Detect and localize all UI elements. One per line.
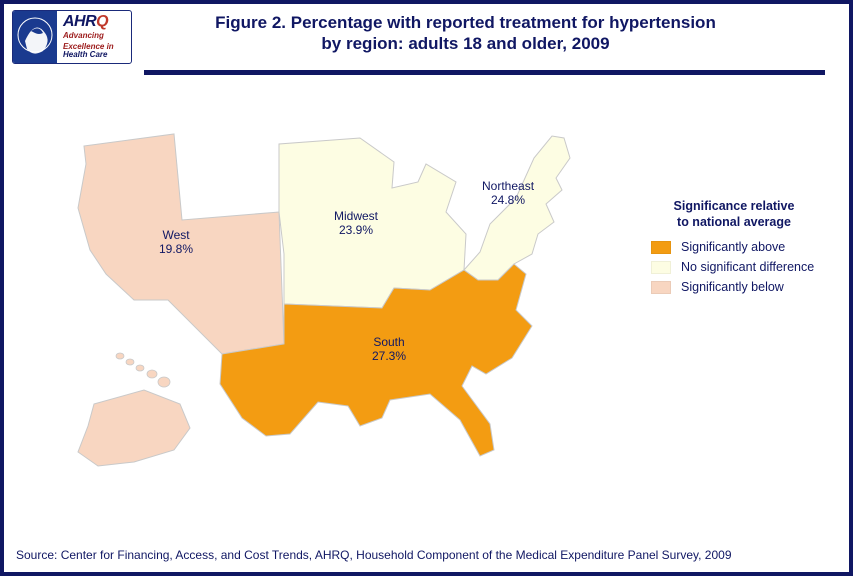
legend-title-l1: Significance relative	[674, 199, 795, 213]
title-line-1: Figure 2. Percentage with reported treat…	[132, 12, 799, 33]
ahrq-tagline-3: Health Care	[63, 51, 127, 59]
legend-title: Significance relative to national averag…	[643, 199, 825, 230]
legend-title-l2: to national average	[677, 215, 791, 229]
figure-title: Figure 2. Percentage with reported treat…	[132, 10, 839, 55]
ahrq-text-ahr: AHR	[63, 13, 96, 30]
ahrq-wordmark: AHRQ	[63, 14, 127, 30]
header: AHRQ Advancing Excellence in Health Care…	[4, 4, 849, 64]
label-south-value: 27.3%	[372, 350, 406, 364]
ahrq-tagline-1: Advancing	[63, 32, 127, 40]
swatch-same	[651, 261, 671, 274]
us-region-map: West 19.8% Midwest 23.9% Northeast 24.8%…	[64, 104, 624, 494]
title-underline	[144, 70, 825, 75]
label-west: West 19.8%	[159, 229, 193, 257]
swatch-below	[651, 281, 671, 294]
swatch-above	[651, 241, 671, 254]
legend: Significance relative to national averag…	[643, 199, 825, 300]
region-west-alaska	[78, 390, 190, 466]
ahrq-text-q: Q	[96, 13, 108, 30]
label-midwest: Midwest 23.9%	[334, 210, 378, 238]
ahrq-logo-text: AHRQ Advancing Excellence in Health Care	[57, 11, 131, 63]
label-northeast-name: Northeast	[482, 180, 534, 194]
label-northeast: Northeast 24.8%	[482, 180, 534, 208]
legend-item-same: No significant difference	[651, 260, 825, 274]
label-midwest-name: Midwest	[334, 210, 378, 224]
label-midwest-value: 23.9%	[334, 224, 378, 238]
legend-label-below: Significantly below	[681, 280, 784, 294]
label-south-name: South	[372, 336, 406, 350]
ahrq-logo: AHRQ Advancing Excellence in Health Care	[12, 10, 132, 64]
label-west-name: West	[159, 229, 193, 243]
figure-frame: AHRQ Advancing Excellence in Health Care…	[0, 0, 853, 576]
map-svg	[64, 104, 624, 494]
region-northeast	[464, 136, 570, 280]
legend-item-below: Significantly below	[651, 280, 825, 294]
source-note: Source: Center for Financing, Access, an…	[16, 548, 837, 562]
title-line-2: by region: adults 18 and older, 2009	[132, 33, 799, 54]
label-west-value: 19.8%	[159, 243, 193, 257]
legend-label-above: Significantly above	[681, 240, 785, 254]
label-south: South 27.3%	[372, 336, 406, 364]
legend-label-same: No significant difference	[681, 260, 814, 274]
legend-item-above: Significantly above	[651, 240, 825, 254]
hhs-seal-icon	[13, 11, 57, 64]
region-west-hawaii	[116, 353, 170, 387]
label-northeast-value: 24.8%	[482, 194, 534, 208]
